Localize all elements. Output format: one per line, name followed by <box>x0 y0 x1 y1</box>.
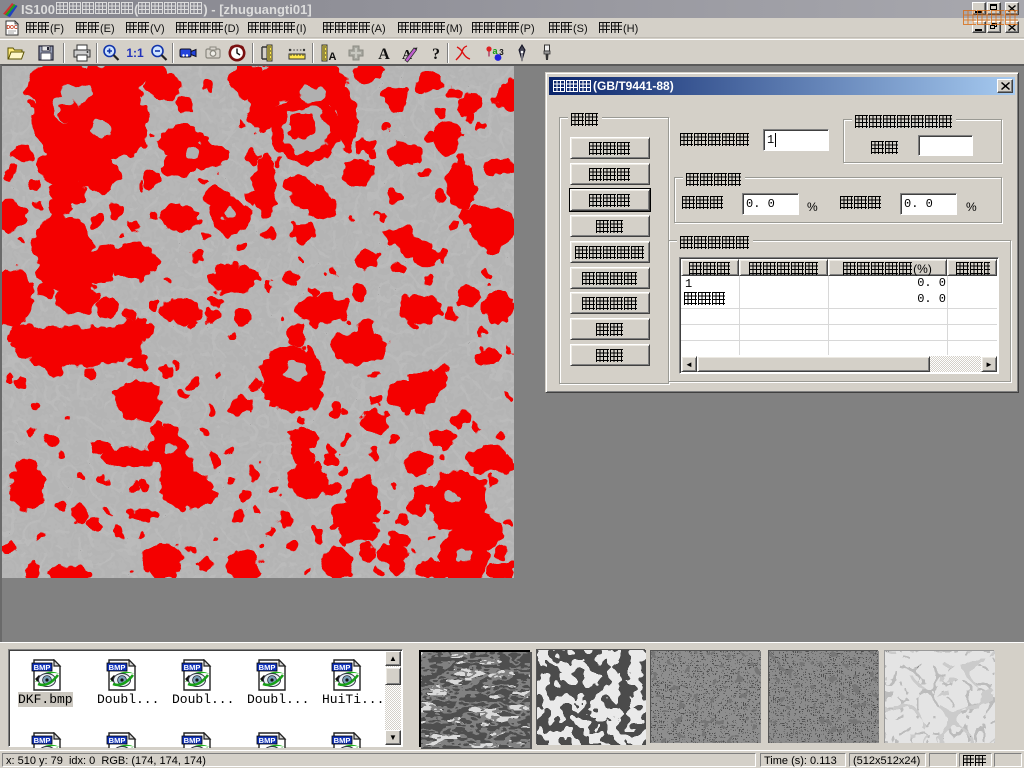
svg-text:BMP: BMP <box>259 663 276 672</box>
svg-text:BMP: BMP <box>34 736 51 745</box>
svg-text:BMP: BMP <box>34 663 51 672</box>
svg-text:BMP: BMP <box>334 736 351 745</box>
svg-text:1:1: 1:1 <box>126 46 144 60</box>
svg-text:BMP: BMP <box>184 663 201 672</box>
svg-text:A: A <box>378 46 390 63</box>
svg-text:?: ? <box>432 46 440 63</box>
svg-text:BMP: BMP <box>109 663 126 672</box>
svg-text:BMP: BMP <box>259 736 276 745</box>
svg-text:DOC: DOC <box>6 25 18 31</box>
svg-text:BMP: BMP <box>109 736 126 745</box>
svg-text:BMP: BMP <box>334 663 351 672</box>
svg-text:BMP: BMP <box>184 736 201 745</box>
svg-text:3: 3 <box>499 48 504 57</box>
svg-text:A: A <box>329 51 337 63</box>
